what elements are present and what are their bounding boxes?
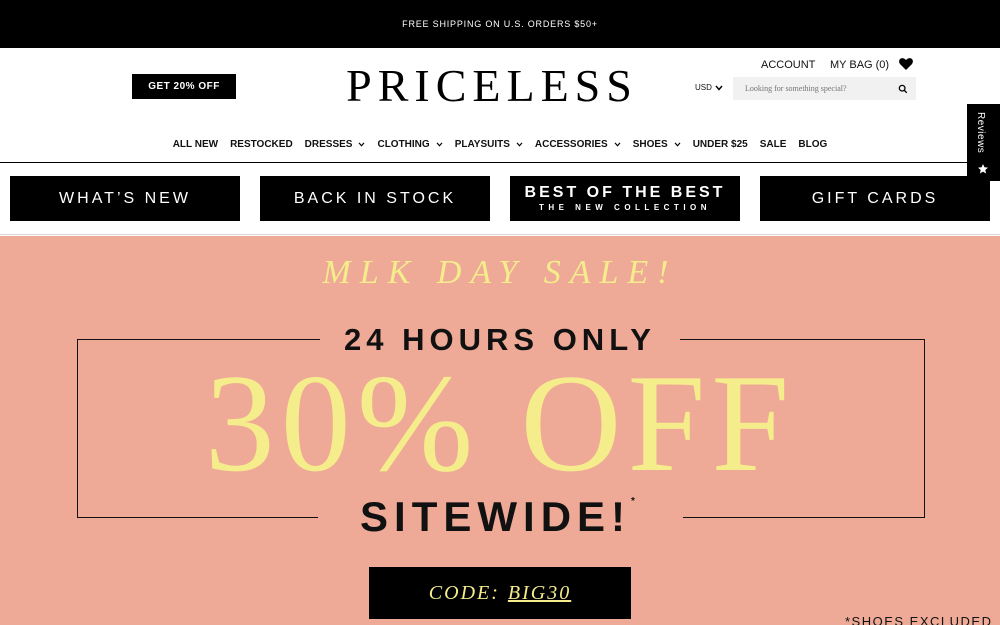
site-logo[interactable]: PRICELESS [346,58,638,114]
nav-item-label: DRESSES [304,138,353,150]
my-bag-link[interactable]: MY BAG (0) [830,59,889,71]
chevron-down-icon [436,141,443,147]
nav-item-playsuits[interactable]: PLAYSUITS [455,139,523,150]
currency-label: USD [695,83,712,92]
nav-item-under-25[interactable]: UNDER $25 [693,139,748,150]
gift-cards-button[interactable]: GIFT CARDS [760,176,990,221]
sale-hero-banner[interactable]: MLK DAY SALE! 24 HOURS ONLY 30% OFF SITE… [0,236,1000,625]
best-of-the-best-button[interactable]: BEST OF THE BEST THE NEW COLLECTION [510,176,740,221]
sitewide-text: SITEWIDE! [360,493,632,540]
back-in-stock-label: BACK IN STOCK [293,189,457,207]
reviews-tab[interactable]: Reviews [967,104,1000,181]
chevron-down-icon [516,141,523,147]
nav-item-blog[interactable]: BLOG [798,139,827,150]
gift-cards-label: GIFT CARDS [811,189,939,207]
nav-item-accessories[interactable]: ACCESSORIES [535,139,621,150]
whats-new-button[interactable]: WHAT’S NEW [10,176,240,221]
nav-item-sale[interactable]: SALE [760,139,787,150]
nav-item-label: CLOTHING [377,138,430,150]
announcement-bar: FREE SHIPPING ON U.S. ORDERS $50+ [0,0,1000,48]
nav-item-all-new[interactable]: ALL NEW [173,139,218,150]
nav-item-label: BLOG [798,138,828,150]
asterisk-mark: * [631,496,641,507]
nav-item-label: RESTOCKED [230,138,293,150]
best-of-the-best-label: BEST OF THE BEST [524,184,726,201]
discount-headline: 30% OFF [204,346,796,501]
chevron-down-icon [715,85,723,91]
code-value: BIG30 [507,581,572,604]
promo-code-box[interactable]: CODE: BIG30 [369,567,631,619]
chevron-down-icon [614,141,621,147]
reviews-label: Reviews [975,112,986,154]
shoes-excluded-note: *SHOES EXCLUDED [845,614,993,625]
nav-item-label: UNDER $25 [692,138,748,150]
new-collection-label: THE NEW COLLECTION [538,203,712,212]
nav-item-restocked[interactable]: RESTOCKED [230,139,293,150]
nav-item-label: ACCESSORIES [534,138,608,150]
nav-item-label: ALL NEW [172,138,219,150]
nav-item-shoes[interactable]: SHOES [633,139,681,150]
currency-selector[interactable]: USD [695,83,723,92]
account-link[interactable]: ACCOUNT [761,59,815,71]
nav-item-dresses[interactable]: DRESSES [305,139,366,150]
site-header: GET 20% OFF PRICELESS ACCOUNT MY BAG (0)… [0,48,1000,163]
sitewide-heading: SITEWIDE!* [318,492,683,542]
nav-item-label: SHOES [632,138,668,150]
get-discount-button[interactable]: GET 20% OFF [132,74,236,99]
nav-item-label: SALE [759,138,787,150]
search-icon[interactable] [898,84,908,94]
sale-title: MLK DAY SALE! [322,254,678,291]
heart-icon[interactable] [898,56,914,72]
code-label: CODE: [428,581,500,604]
search-input[interactable] [745,84,898,93]
category-strip: WHAT’S NEW BACK IN STOCK BEST OF THE BES… [0,163,1000,235]
whats-new-label: WHAT’S NEW [59,189,191,207]
chevron-down-icon [359,141,365,147]
back-in-stock-button[interactable]: BACK IN STOCK [260,176,490,221]
nav-item-clothing[interactable]: CLOTHING [377,138,443,150]
search-bar [733,77,916,100]
star-icon [978,164,988,174]
nav-item-label: PLAYSUITS [454,138,510,150]
announcement-text: FREE SHIPPING ON U.S. ORDERS $50+ [402,19,598,29]
chevron-down-icon [674,141,681,147]
main-nav: ALL NEW RESTOCKED DRESSES CLOTHING PLAYS… [0,137,1000,151]
